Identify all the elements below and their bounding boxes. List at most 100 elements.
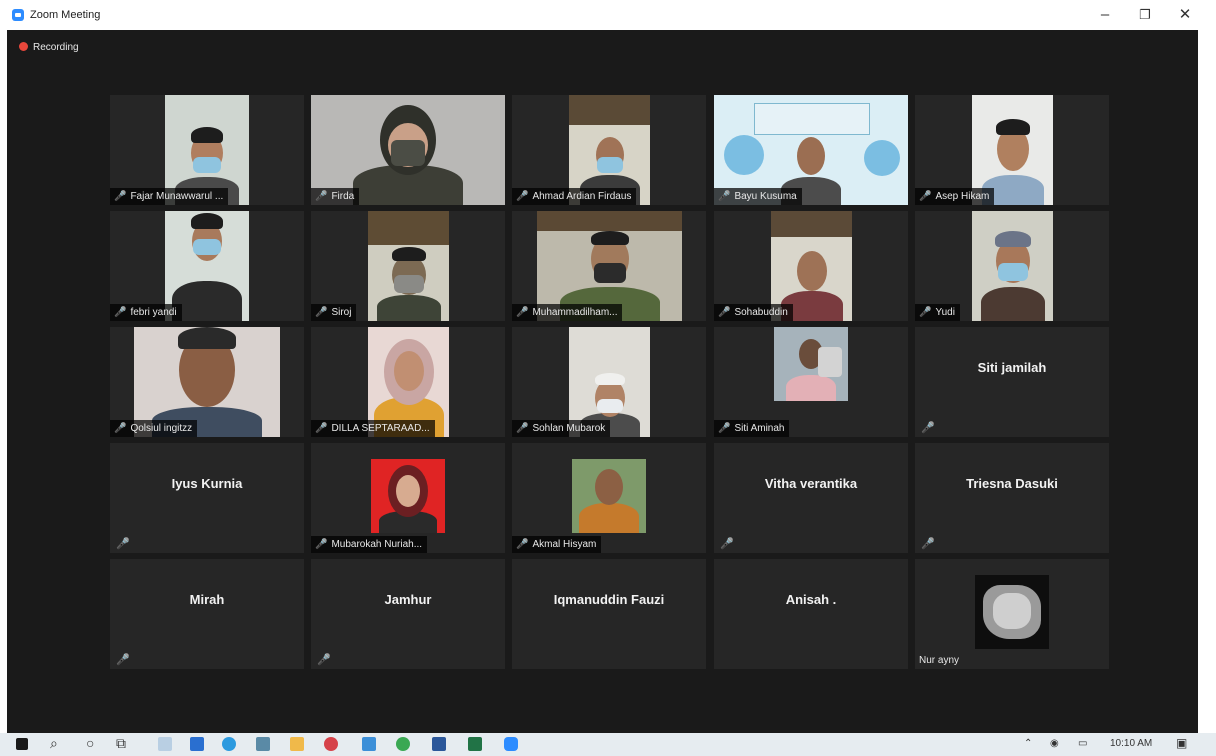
notifications-icon[interactable]: ▣ xyxy=(1176,736,1187,750)
participant-avatar xyxy=(975,575,1049,649)
participant-name-label: 🎤 Yudi xyxy=(915,304,960,321)
participant-video xyxy=(972,211,1053,321)
participant-name-label: 🎤 Akmal Hisyam xyxy=(512,536,602,553)
participant-name-label: 🎤 Qolsiul ingitzz xyxy=(110,420,198,437)
close-button[interactable]: ✕ xyxy=(1170,4,1200,26)
participant-name-text: Iqmanuddin Fauzi xyxy=(553,591,665,607)
participant-tile[interactable]: Nur ayny xyxy=(915,559,1109,669)
participant-tile[interactable]: Jamhur 🎤 xyxy=(311,559,505,669)
participant-tile[interactable]: 🎤 Sohabuddin xyxy=(714,211,908,321)
participant-name-text: Triesna Dasuki xyxy=(966,475,1058,491)
participant-tile[interactable]: 🎤 Siti Aminah xyxy=(714,327,908,437)
task-view-icon[interactable]: ⧉ xyxy=(116,735,126,752)
start-icon[interactable] xyxy=(16,738,28,750)
excel-icon[interactable] xyxy=(468,737,482,751)
search-icon[interactable]: ⌕ xyxy=(50,735,58,752)
battery-icon[interactable]: ▭ xyxy=(1078,738,1087,749)
muted-mic-icon: 🎤 xyxy=(718,191,731,202)
clock[interactable]: 10:10 AM xyxy=(1110,738,1152,749)
participant-tile[interactable]: 🎤 Ahmad Ardian Firdaus xyxy=(512,95,706,205)
participant-video xyxy=(572,459,646,533)
participant-tile[interactable]: 🎤 Muhammadilham... xyxy=(512,211,706,321)
participant-name-label: 🎤 Siroj xyxy=(311,304,357,321)
muted-mic-icon: 🎤 xyxy=(315,191,328,202)
participant-name-label: 🎤 febri yandi xyxy=(110,304,182,321)
muted-mic-icon: 🎤 xyxy=(919,307,932,318)
participant-name-text: Iyus Kurnia xyxy=(171,475,243,491)
muted-mic-icon: 🎤 xyxy=(114,191,127,202)
participant-tile[interactable]: Triesna Dasuki 🎤 xyxy=(915,443,1109,553)
participant-name-label: 🎤 DILLA SEPTARAAD... xyxy=(311,420,435,437)
participant-tile[interactable]: 🎤 Siroj xyxy=(311,211,505,321)
word-icon[interactable] xyxy=(432,737,446,751)
participant-name-text: Jamhur xyxy=(384,591,432,607)
participant-video xyxy=(368,211,449,321)
participant-name-label: 🎤 Bayu Kusuma xyxy=(714,188,802,205)
muted-mic-icon: 🎤 xyxy=(718,307,731,318)
recording-dot-icon xyxy=(19,42,28,51)
recording-indicator[interactable]: Recording xyxy=(19,42,79,53)
edge-icon[interactable] xyxy=(222,737,236,751)
participant-tile[interactable]: 🎤 Qolsiul ingitzz xyxy=(110,327,304,437)
participant-name-label: 🎤 Siti Aminah xyxy=(714,420,790,437)
windows-taskbar: ⌕ ○ ⧉ ⌃ ◉ ▭ 10:10 AM ▣ xyxy=(0,733,1216,756)
network-icon[interactable]: ◉ xyxy=(1050,738,1059,749)
muted-mic-icon: 🎤 xyxy=(315,307,328,318)
participant-name-label: 🎤 Muhammadilham... xyxy=(512,304,623,321)
file-icon[interactable] xyxy=(158,737,172,751)
app-icon[interactable] xyxy=(324,737,338,751)
participant-tile[interactable]: Mirah 🎤 xyxy=(110,559,304,669)
muted-mic-icon: 🎤 xyxy=(114,307,127,318)
participant-tile[interactable]: Anisah . xyxy=(714,559,908,669)
cortana-icon[interactable]: ○ xyxy=(86,735,94,751)
participant-video xyxy=(774,327,848,401)
app-icon[interactable] xyxy=(190,737,204,751)
onedrive-icon[interactable] xyxy=(362,737,376,751)
muted-mic-icon: 🎤 xyxy=(317,654,331,666)
participant-video xyxy=(371,459,445,533)
muted-mic-icon: 🎤 xyxy=(315,423,328,434)
participant-tile[interactable]: 🎤 Fajar Munawwarul ... xyxy=(110,95,304,205)
meeting-area: Recording 🎤 Fajar Munawwarul ... 🎤 Firda 🎤… xyxy=(7,30,1198,733)
muted-mic-icon: 🎤 xyxy=(921,422,935,434)
muted-mic-icon: 🎤 xyxy=(718,423,731,434)
participant-tile[interactable]: Iyus Kurnia 🎤 xyxy=(110,443,304,553)
participant-name-label: 🎤 Mubarokah Nuriah... xyxy=(311,536,428,553)
zoom-app-icon xyxy=(12,9,24,21)
participant-name-label: 🎤 Sohabuddin xyxy=(714,304,793,321)
participant-tile[interactable]: Siti jamilah 🎤 xyxy=(915,327,1109,437)
app-icon[interactable] xyxy=(256,737,270,751)
participant-tile[interactable]: 🎤 Mubarokah Nuriah... xyxy=(311,443,505,553)
participant-tile[interactable]: 🎤 Sohlan Mubarok xyxy=(512,327,706,437)
muted-mic-icon: 🎤 xyxy=(516,307,529,318)
muted-mic-icon: 🎤 xyxy=(516,191,529,202)
participant-tile[interactable]: 🎤 DILLA SEPTARAAD... xyxy=(311,327,505,437)
participant-name-label: 🎤 Asep Hikam xyxy=(915,188,995,205)
muted-mic-icon: 🎤 xyxy=(720,538,734,550)
chevron-up-icon[interactable]: ⌃ xyxy=(1024,738,1032,749)
participant-name-label: Nur ayny xyxy=(919,655,960,666)
participant-tile[interactable]: 🎤 Asep Hikam xyxy=(915,95,1109,205)
folder-icon[interactable] xyxy=(290,737,304,751)
restore-button[interactable]: ❐ xyxy=(1130,4,1160,26)
chrome-icon[interactable] xyxy=(396,737,410,751)
minimize-button[interactable]: – xyxy=(1090,4,1120,26)
participant-name-text: Vitha verantika xyxy=(764,475,858,491)
zoom-taskbar-icon[interactable] xyxy=(504,737,518,751)
muted-mic-icon: 🎤 xyxy=(315,539,328,550)
participant-name-label: 🎤 Sohlan Mubarok xyxy=(512,420,611,437)
muted-mic-icon: 🎤 xyxy=(114,423,127,434)
window-title: Zoom Meeting xyxy=(30,9,101,21)
participant-tile[interactable]: 🎤 Bayu Kusuma xyxy=(714,95,908,205)
participant-tile[interactable]: Iqmanuddin Fauzi xyxy=(512,559,706,669)
muted-mic-icon: 🎤 xyxy=(116,538,130,550)
title-bar: Zoom Meeting – ❐ ✕ xyxy=(0,0,1216,30)
participant-tile[interactable]: Vitha verantika 🎤 xyxy=(714,443,908,553)
participant-tile[interactable]: 🎤 Akmal Hisyam xyxy=(512,443,706,553)
participant-tile[interactable]: 🎤 Yudi xyxy=(915,211,1109,321)
participant-tile[interactable]: 🎤 febri yandi xyxy=(110,211,304,321)
participant-name-label: 🎤 Firda xyxy=(311,188,360,205)
recording-label: Recording xyxy=(33,42,79,53)
participant-tile[interactable]: 🎤 Firda xyxy=(311,95,505,205)
muted-mic-icon: 🎤 xyxy=(919,191,932,202)
